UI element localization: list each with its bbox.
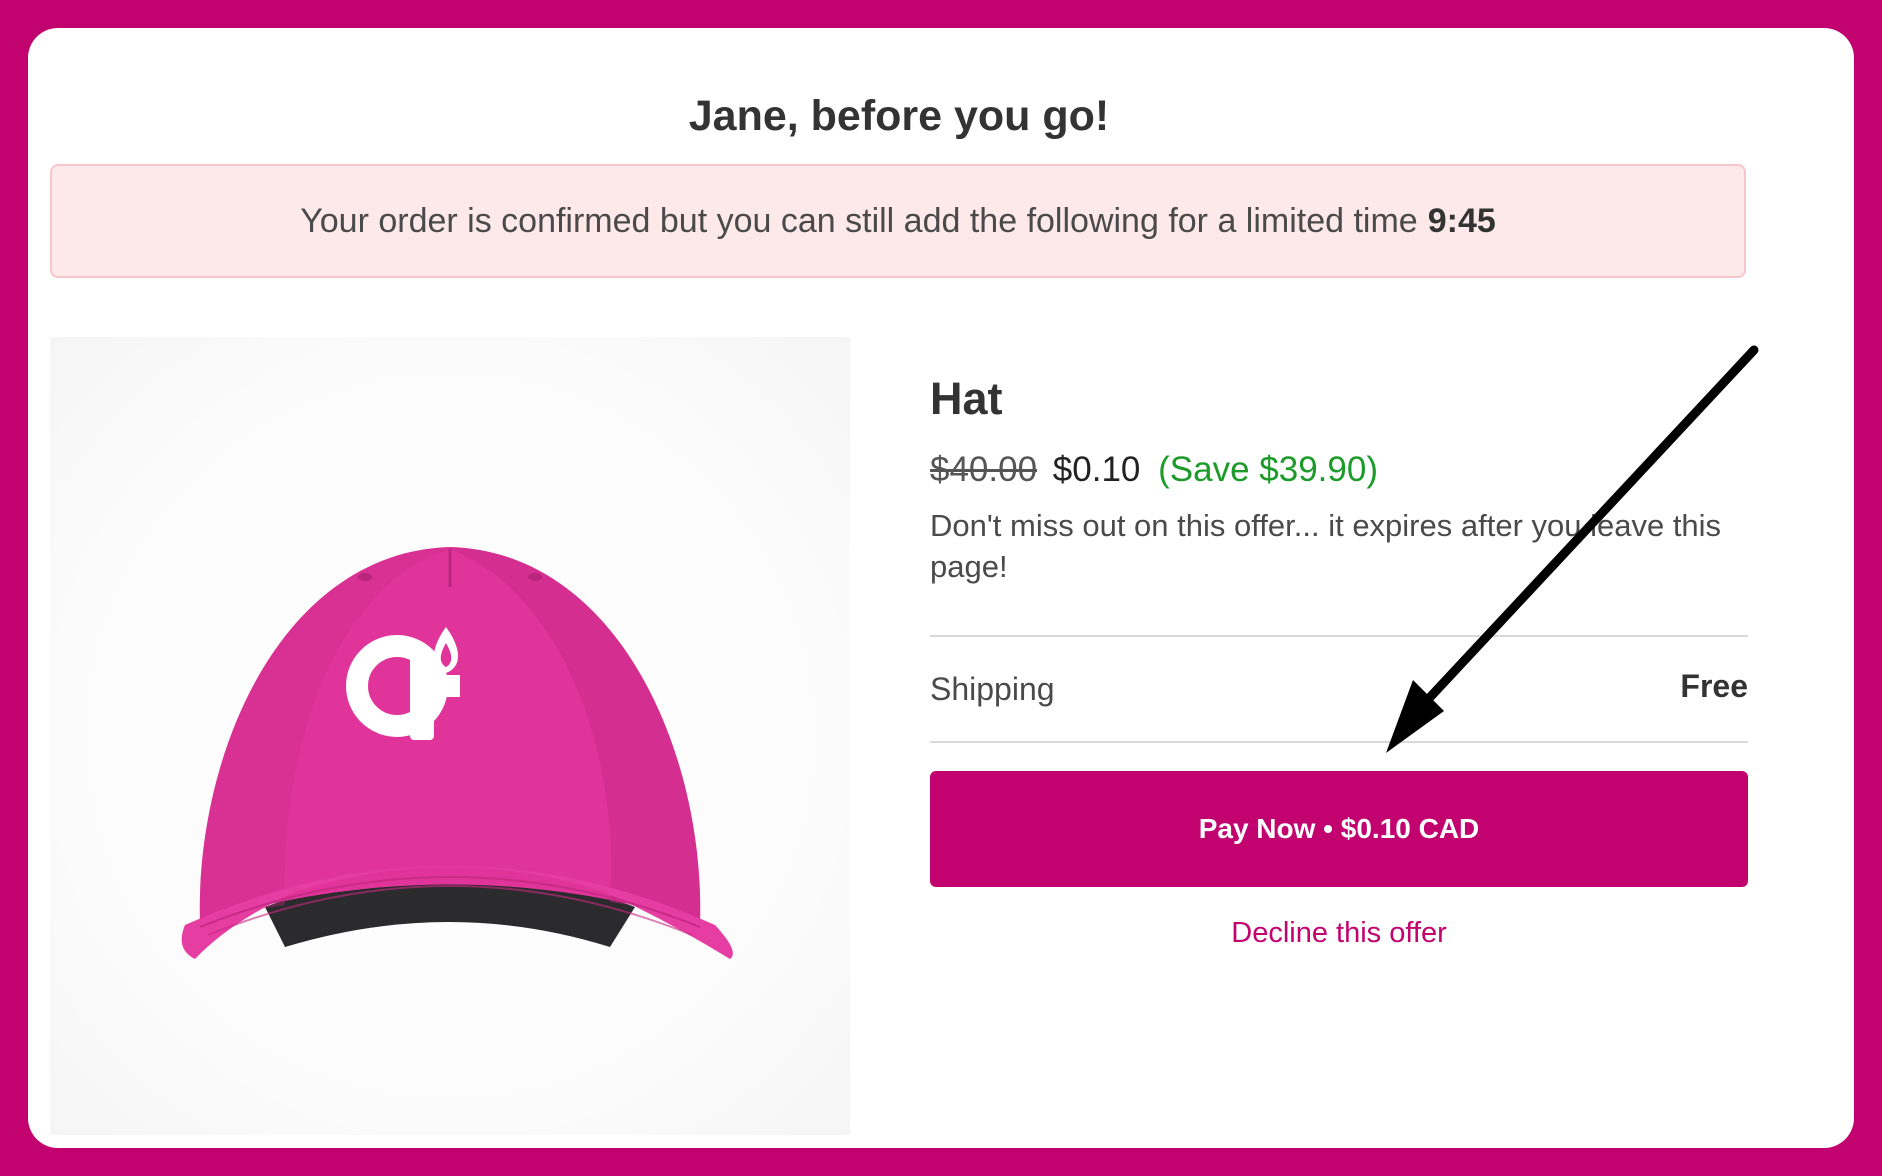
product-image (50, 337, 850, 1135)
alert-message: Your order is confirmed but you can stil… (300, 201, 1418, 240)
product-name: Hat (930, 373, 1003, 424)
product-details: Hat $40.00 $0.10 (Save $39.90) Don't mis… (930, 337, 1748, 950)
countdown-timer: 9:45 (1427, 201, 1496, 240)
shipping-row: Shipping Free (930, 637, 1748, 741)
page-title: Jane, before you go! (688, 92, 1110, 140)
original-price: $40.00 (930, 450, 1038, 489)
offer-price: $0.10 (1052, 450, 1141, 489)
savings-amount: (Save $39.90) (1158, 450, 1378, 489)
hat-icon (181, 547, 733, 959)
limited-time-alert: Your order is confirmed but you can stil… (50, 164, 1746, 278)
divider (930, 741, 1748, 743)
upsell-card: Jane, before you go! Your order is confi… (28, 28, 1854, 1148)
decline-offer-link[interactable]: Decline this offer (930, 917, 1748, 950)
price-row: $40.00 $0.10 (Save $39.90) (930, 449, 1748, 491)
pay-now-button[interactable]: Pay Now • $0.10 CAD (930, 771, 1748, 887)
offer-description: Don't miss out on this offer... it expir… (930, 508, 1722, 584)
shipping-value: Free (1680, 667, 1748, 704)
shipping-label: Shipping (930, 670, 1055, 707)
